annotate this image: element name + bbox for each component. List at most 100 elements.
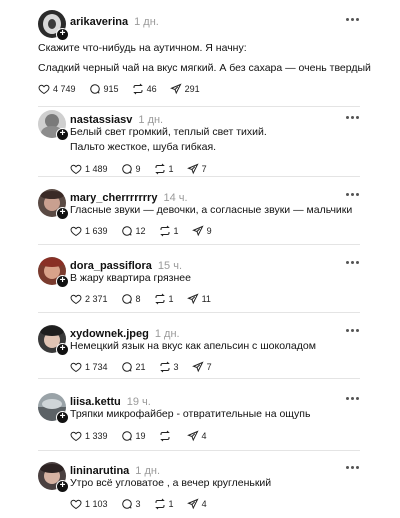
post-text-line: Гласные звуки — девочки, а согласные зву…: [70, 204, 353, 216]
comments-count: 21: [135, 362, 146, 372]
plus-icon[interactable]: +: [56, 343, 69, 356]
like-button[interactable]: 1 339: [70, 430, 108, 442]
likes-count: 1 639: [85, 226, 108, 236]
avatar[interactable]: +: [38, 393, 69, 424]
share-button[interactable]: 4: [186, 430, 207, 442]
like-button[interactable]: 1 489: [70, 163, 108, 175]
like-button[interactable]: 1 639: [70, 225, 108, 237]
timestamp: 1 дн.: [134, 16, 159, 28]
share-button[interactable]: 4: [186, 498, 207, 510]
heart-icon: [70, 498, 82, 510]
comment-button[interactable]: 8: [121, 293, 141, 305]
more-icon[interactable]: [346, 329, 360, 333]
comment-button[interactable]: 12: [121, 225, 146, 237]
share-icon: [191, 225, 204, 237]
comment-button[interactable]: 3: [121, 498, 141, 510]
shares-count: 9: [206, 226, 212, 236]
share-icon: [186, 498, 199, 510]
shares-count: 4: [201, 499, 207, 509]
post-header: arikaverina 1 дн.: [70, 12, 360, 28]
likes-count: 4 749: [53, 84, 76, 94]
comment-icon: [121, 293, 133, 305]
shares-count: 4: [201, 431, 207, 441]
more-icon[interactable]: [346, 261, 360, 265]
reposts-count: 1: [173, 226, 179, 236]
post-actions: 1 339 19 4: [70, 429, 220, 443]
more-icon[interactable]: [346, 116, 360, 120]
reposts-count: 1: [168, 499, 174, 509]
avatar[interactable]: +: [38, 462, 69, 493]
post-actions: 4 749 915 46 291: [38, 82, 213, 96]
repost-icon: [154, 293, 166, 305]
more-icon[interactable]: [346, 397, 360, 401]
share-button[interactable]: 7: [191, 361, 212, 373]
likes-count: 1 734: [85, 362, 108, 372]
comment-icon: [121, 498, 133, 510]
repost-button[interactable]: 1: [154, 293, 174, 305]
post-text-line: Немецкий язык на вкус как апельсин с шок…: [70, 340, 316, 352]
comment-icon: [121, 361, 133, 373]
share-button[interactable]: 9: [191, 225, 212, 237]
like-button[interactable]: 2 371: [70, 293, 108, 305]
more-icon[interactable]: [346, 193, 360, 197]
repost-button[interactable]: 46: [132, 83, 157, 95]
repost-button[interactable]: 1: [154, 163, 174, 175]
shares-count: 7: [206, 362, 212, 372]
plus-icon[interactable]: +: [56, 128, 69, 141]
plus-icon[interactable]: +: [56, 207, 69, 220]
plus-icon[interactable]: +: [56, 275, 69, 288]
comment-button[interactable]: 9: [121, 163, 141, 175]
share-icon: [169, 83, 182, 95]
share-icon: [191, 361, 204, 373]
reposts-count: 1: [168, 294, 174, 304]
avatar[interactable]: +: [38, 10, 69, 41]
comment-icon: [121, 225, 133, 237]
avatar[interactable]: +: [38, 110, 69, 141]
more-icon[interactable]: [346, 466, 360, 470]
likes-count: 1 103: [85, 499, 108, 509]
post-text-line: В жару квартира грязнее: [70, 272, 191, 284]
post-actions: 1 103 3 1 4: [70, 497, 220, 511]
repost-icon: [159, 430, 171, 442]
post: + mary_cherrrrrrry 14 ч. Гласные звуки — …: [0, 177, 400, 243]
post: + liisa.kettu 19 ч. Тряпки микрофайбер - …: [0, 379, 400, 449]
share-icon: [186, 430, 199, 442]
share-icon: [186, 163, 199, 175]
plus-icon[interactable]: +: [56, 411, 69, 424]
avatar[interactable]: +: [38, 189, 69, 220]
more-icon[interactable]: [346, 18, 360, 22]
like-button[interactable]: 1 734: [70, 361, 108, 373]
repost-button[interactable]: 1: [154, 498, 174, 510]
comment-icon: [121, 163, 133, 175]
like-button[interactable]: 4 749: [38, 83, 76, 95]
share-button[interactable]: 7: [186, 163, 207, 175]
repost-icon: [154, 163, 166, 175]
comment-button[interactable]: 19: [121, 430, 146, 442]
repost-icon: [159, 361, 171, 373]
post-text-line: Сладкий черный чай на вкус мягкий. А без…: [38, 62, 371, 74]
share-button[interactable]: 291: [169, 83, 200, 95]
post-text-line: Утро всё угловатое , а вечер кругленький: [70, 477, 272, 489]
post-actions: 1 489 9 1 7: [70, 162, 220, 176]
shares-count: 11: [201, 294, 211, 304]
comments-count: 915: [103, 84, 119, 94]
comments-count: 3: [135, 499, 141, 509]
comments-count: 8: [135, 294, 141, 304]
avatar[interactable]: +: [38, 257, 69, 288]
comment-button[interactable]: 915: [89, 83, 119, 95]
heart-icon: [70, 225, 82, 237]
heart-icon: [70, 163, 82, 175]
plus-icon[interactable]: +: [56, 480, 69, 493]
post-actions: 1 734 21 3 7: [70, 360, 225, 374]
like-button[interactable]: 1 103: [70, 498, 108, 510]
username[interactable]: arikaverina: [70, 16, 128, 28]
comment-button[interactable]: 21: [121, 361, 146, 373]
repost-button[interactable]: 3: [159, 361, 179, 373]
comments-count: 12: [135, 226, 146, 236]
heart-icon: [70, 293, 82, 305]
shares-count: 291: [184, 84, 200, 94]
share-button[interactable]: 11: [186, 293, 211, 305]
repost-button[interactable]: [159, 430, 174, 442]
avatar[interactable]: +: [38, 325, 69, 356]
repost-button[interactable]: 1: [159, 225, 179, 237]
